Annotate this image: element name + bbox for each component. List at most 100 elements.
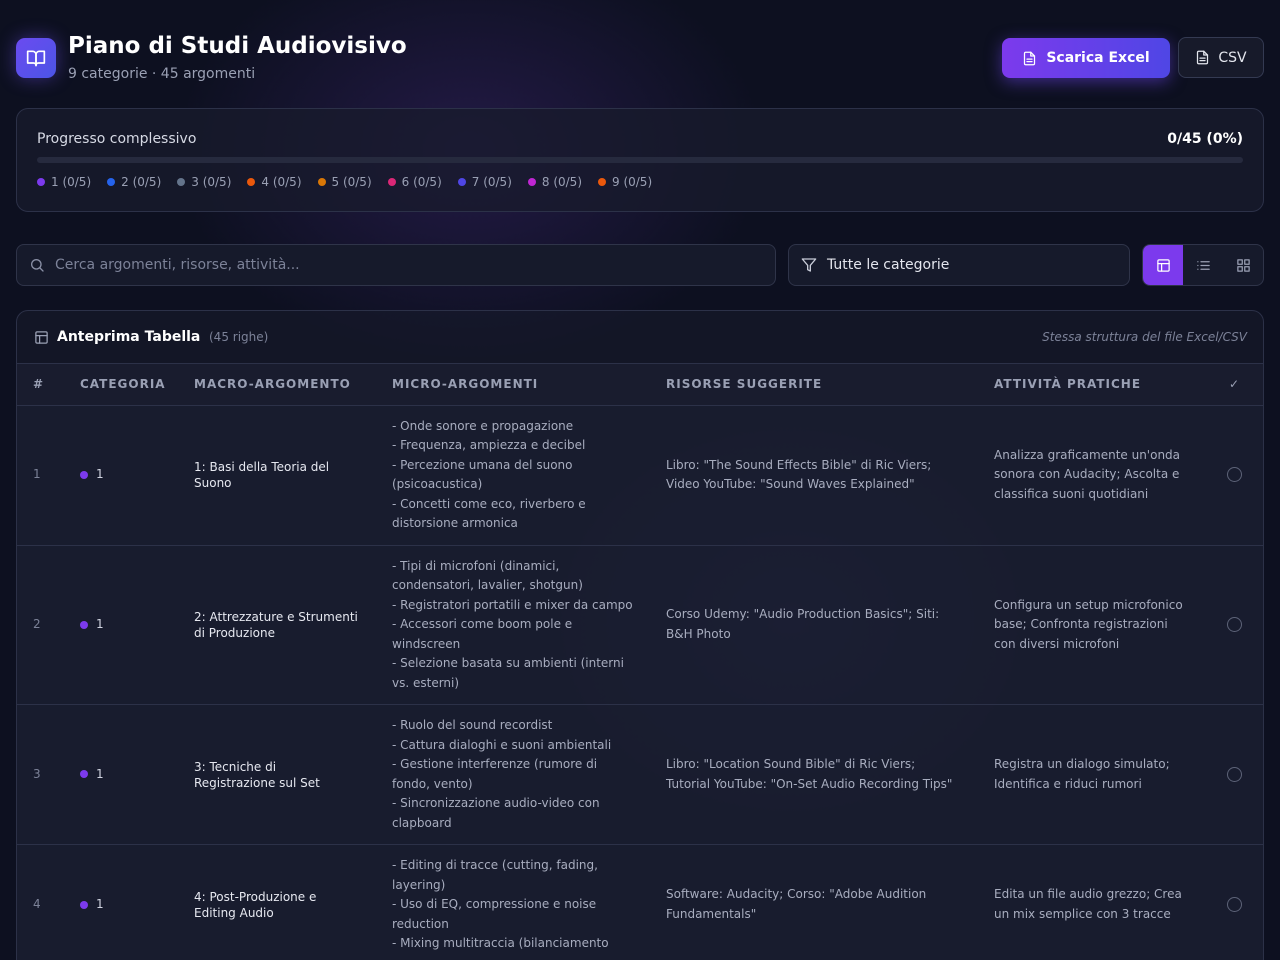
- row-category: 1: [64, 545, 178, 705]
- search-box[interactable]: [16, 244, 776, 286]
- category-progress-item: 3 (0/5): [177, 175, 231, 189]
- progress-label: Progresso complessivo: [37, 131, 197, 147]
- row-micro-topics: - Ruolo del sound recordist - Cattura dia…: [376, 704, 650, 845]
- category-progress-item: 5 (0/5): [317, 175, 372, 189]
- row-micro-topics: - Tipi di microfoni (dinamici, condensat…: [376, 545, 650, 705]
- file-icon: [1197, 50, 1209, 65]
- category-progress-label: 3 (0/5): [191, 175, 232, 189]
- row-category: 1: [64, 405, 178, 546]
- column-header-micro: Micro-Argomenti: [376, 364, 650, 406]
- list-view-button[interactable]: [1183, 245, 1223, 285]
- column-header-macro: Macro-Argomento: [178, 364, 376, 406]
- micro-topic-item: - Percezione umana del suono (psicoacust…: [392, 457, 573, 492]
- row-number: 4: [17, 844, 64, 960]
- grid-view-button[interactable]: [1223, 245, 1263, 285]
- progress-card: Progresso complessivo 0/45 (0%) 1 (0/5) 2…: [16, 108, 1264, 212]
- completion-checkbox-icon[interactable]: [1226, 766, 1242, 782]
- progress-bar: [37, 157, 1243, 163]
- category-progress-label: 7 (0/5): [471, 175, 512, 189]
- micro-topic-item: - Mixing multitraccia (bilanciamento: [392, 936, 609, 950]
- table-row: 2 1 2: Attrezzature e Strumenti di Produzi…: [17, 545, 1263, 705]
- row-resources: Corso Udemy: "Audio Production Basics"; …: [650, 545, 978, 705]
- book-icon: [16, 38, 56, 78]
- category-progress-legend: 1 (0/5) 2 (0/5) 3 (0/5) 4 (0/5) 5 (0/5) 6 (0/…: [37, 175, 652, 189]
- category-color-dot: [387, 178, 396, 186]
- row-category-label: 1: [96, 766, 104, 781]
- row-number: 3: [17, 704, 64, 845]
- category-progress-label: 4 (0/5): [261, 175, 302, 189]
- row-category: 1: [64, 704, 178, 845]
- category-filter-value: Tutte le categorie: [827, 257, 950, 273]
- category-progress-label: 5 (0/5): [331, 175, 372, 189]
- row-completion-cell: [1205, 844, 1263, 960]
- row-category: 1: [64, 844, 178, 960]
- micro-topic-item: - Ruolo del sound recordist: [392, 718, 553, 732]
- category-filter-select[interactable]: Tutte le categorie: [788, 244, 1130, 286]
- download-csv-button[interactable]: CSV: [1178, 37, 1264, 78]
- table-note: Stessa struttura del file Excel/CSV: [1042, 330, 1247, 344]
- micro-topic-item: - Cattura dialoghi e suoni ambientali: [392, 737, 612, 752]
- category-color-dot: [80, 470, 88, 479]
- table-icon: [35, 331, 48, 344]
- category-progress-label: 8 (0/5): [541, 175, 582, 189]
- filter-icon: [801, 258, 817, 272]
- micro-topic-item: - Frequenza, ampiezza e decibel: [392, 438, 586, 452]
- progress-value: 0/45 (0%): [1167, 131, 1243, 147]
- micro-topic-item: - Selezione basata su ambienti (interni …: [392, 656, 624, 690]
- category-color-dot: [80, 620, 88, 629]
- table-preview-card: Anteprima Tabella (45 righe) Stessa stru…: [16, 310, 1264, 960]
- row-completion-cell: [1205, 405, 1263, 546]
- category-progress-label: 1 (0/5): [51, 175, 92, 189]
- table-row-count: (45 righe): [209, 330, 269, 344]
- row-macro-topic: 2: Attrezzature e Strumenti di Produzion…: [178, 545, 376, 705]
- completion-checkbox-icon[interactable]: [1226, 897, 1242, 912]
- column-header-activities: Attività Pratiche: [978, 364, 1205, 406]
- row-completion-cell: [1205, 545, 1263, 705]
- page-header: Piano di Studi Audiovisivo 9 categorie ·…: [16, 33, 1264, 93]
- spreadsheet-file-icon: [1024, 51, 1036, 65]
- search-input[interactable]: [55, 257, 735, 273]
- category-progress-label: 9 (0/5): [612, 175, 653, 189]
- table-row: 1 1 1: Basi della Teoria del Suono - Onde s…: [17, 405, 1263, 546]
- view-mode-toggle: [1142, 244, 1264, 286]
- micro-topic-item: - Gestione interferenze (rumore di fondo…: [392, 757, 598, 791]
- row-resources: Libro: "Location Sound Bible" di Ric Vie…: [650, 704, 978, 845]
- row-activities: Edita un file audio grezzo; Crea un mix …: [978, 844, 1205, 960]
- column-header-done: ✓: [1205, 364, 1263, 406]
- category-progress-label: 6 (0/5): [401, 175, 442, 189]
- completion-checkbox-icon[interactable]: [1226, 617, 1242, 632]
- study-plan-table: # Categoria Macro-Argomento Micro-Argome…: [17, 364, 1263, 960]
- category-color-dot: [598, 178, 606, 186]
- table-view-icon: [1156, 258, 1170, 272]
- category-color-dot: [527, 178, 536, 186]
- column-header-resources: Risorse Suggerite: [650, 364, 978, 406]
- category-color-dot: [317, 178, 326, 186]
- row-macro-topic: 1: Basi della Teoria del Suono: [178, 405, 376, 546]
- category-color-dot: [177, 178, 186, 186]
- category-progress-item: 2 (0/5): [107, 175, 161, 189]
- row-macro-topic: 3: Tecniche di Registrazione sul Set: [178, 704, 376, 845]
- table-row: 3 1 3: Tecniche di Registrazione sul Set - …: [17, 704, 1263, 845]
- category-progress-item: 9 (0/5): [598, 175, 652, 189]
- category-progress-item: 8 (0/5): [527, 175, 582, 189]
- search-icon: [31, 259, 44, 272]
- download-excel-button[interactable]: Scarica Excel: [1002, 38, 1170, 78]
- row-activities: Registra un dialogo simulato; Identifica…: [978, 704, 1205, 845]
- category-color-dot: [457, 178, 466, 186]
- row-category-label: 1: [96, 467, 104, 482]
- download-csv-label: CSV: [1218, 49, 1247, 66]
- row-activities: Configura un setup microfonico base; Con…: [978, 545, 1205, 705]
- row-resources: Libro: "The Sound Effects Bible" di Ric …: [650, 405, 978, 546]
- completion-checkbox-icon[interactable]: [1226, 467, 1242, 483]
- row-macro-topic: 4: Post-Produzione e Editing Audio: [178, 844, 376, 960]
- row-completion-cell: [1205, 704, 1263, 845]
- row-activities: Analizza graficamente un'onda sonora con…: [978, 405, 1205, 546]
- category-color-dot: [80, 770, 88, 779]
- row-category-label: 1: [96, 617, 104, 631]
- table-view-button[interactable]: [1143, 245, 1183, 285]
- row-number: 2: [17, 545, 64, 705]
- column-header-number: #: [17, 364, 64, 406]
- grid-view-icon: [1236, 258, 1250, 272]
- category-color-dot: [247, 178, 256, 186]
- category-color-dot: [107, 178, 116, 186]
